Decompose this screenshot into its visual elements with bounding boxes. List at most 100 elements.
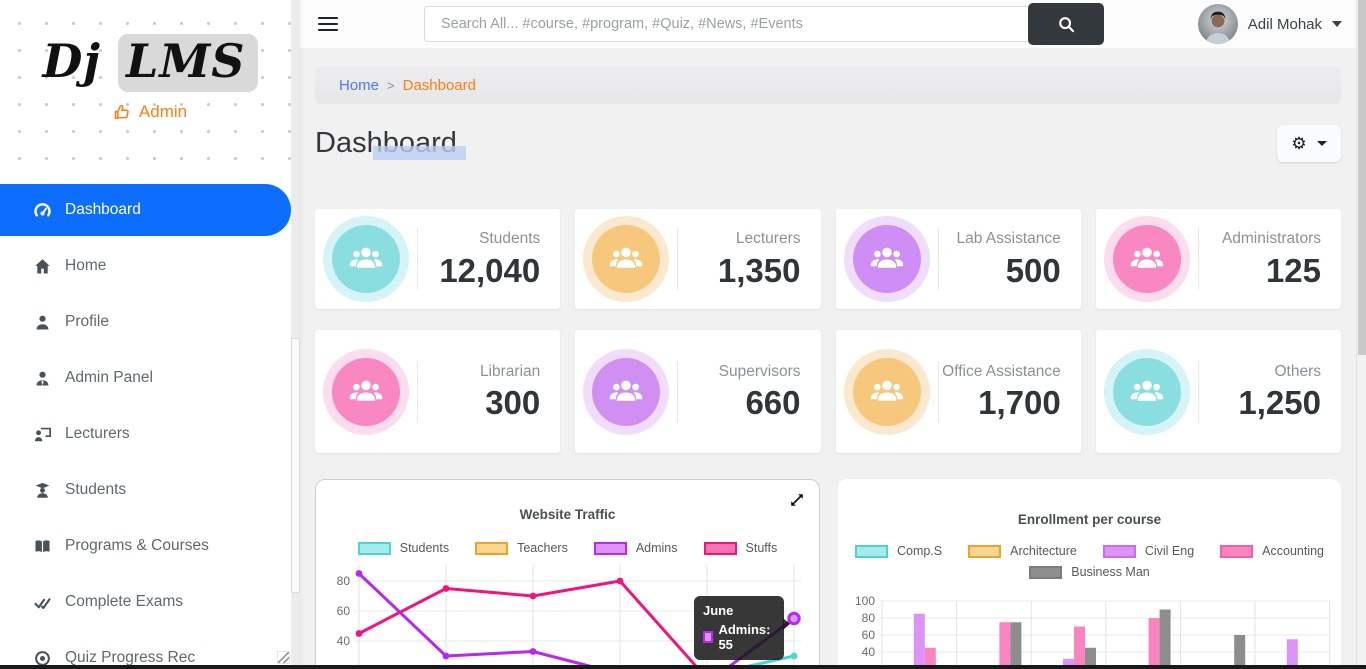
stat-icon-halo <box>1104 216 1190 302</box>
search-button[interactable] <box>1028 3 1104 45</box>
stat-label: Librarian <box>480 361 540 383</box>
sidebar-scrollbar[interactable] <box>291 0 300 665</box>
svg-text:40: 40 <box>861 645 875 659</box>
svg-text:80: 80 <box>337 574 351 588</box>
breadcrumb-separator: > <box>387 78 395 93</box>
enrollment-chart[interactable]: 100806040 <box>840 591 1340 669</box>
stat-icon-halo <box>1104 349 1190 435</box>
chart-title: Enrollment per course <box>838 512 1341 527</box>
legend-swatch <box>1103 545 1136 558</box>
stat-value: 1,700 <box>978 384 1061 422</box>
sidebar-item-complete-exams[interactable]: Complete Exams <box>0 576 300 628</box>
tooltip-swatch <box>703 631 713 643</box>
legend-label: Students <box>400 541 449 555</box>
stat-label: Others <box>1274 361 1321 383</box>
chevron-down-icon <box>1317 141 1327 146</box>
user-menu[interactable]: Adil Mohak <box>1198 4 1342 44</box>
breadcrumb-current: Dashboard <box>403 77 476 94</box>
sidebar-item-profile[interactable]: Profile <box>0 296 300 348</box>
legend-item-students[interactable]: Students <box>358 541 449 555</box>
stat-card-students: Students12,040 <box>315 209 560 309</box>
legend-swatch <box>475 542 508 555</box>
stat-icon-halo <box>583 216 669 302</box>
taskbar-edge <box>0 665 1366 669</box>
stat-icon-circle <box>1113 225 1181 293</box>
stat-card-administrators: Administrators125 <box>1096 209 1341 309</box>
stat-icon-circle <box>592 225 660 293</box>
sidebar-item-label: Programs & Courses <box>65 537 209 555</box>
legend-item-business-man[interactable]: Business Man <box>1029 565 1150 579</box>
legend-label: Teachers <box>517 541 568 555</box>
stat-card-office-assistance: Office Assistance1,700 <box>836 330 1081 453</box>
sidebar-item-students[interactable]: Students <box>0 464 300 516</box>
search-icon <box>1058 16 1075 33</box>
users-icon <box>869 241 905 277</box>
text-selection-highlight <box>373 146 466 160</box>
house-icon <box>34 258 51 275</box>
charts-row: Website Traffic StudentsTeachersAdminsSt… <box>315 479 1341 669</box>
sidebar-item-quiz-progress-rec[interactable]: Quiz Progress Rec <box>0 632 300 669</box>
legend-swatch <box>704 542 737 555</box>
legend-item-stuffs[interactable]: Stuffs <box>704 541 778 555</box>
svg-text:60: 60 <box>337 604 351 618</box>
logo[interactable]: Dj LMS Admin <box>0 0 300 180</box>
stat-card-supervisors: Supervisors660 <box>575 330 820 453</box>
sidebar-item-programs-courses[interactable]: Programs & Courses <box>0 520 300 572</box>
legend-swatch <box>594 542 627 555</box>
chevron-down-icon <box>1332 21 1342 27</box>
breadcrumb: Home > Dashboard <box>315 66 1341 104</box>
page-scrollbar-thumb[interactable] <box>1358 0 1366 355</box>
legend-swatch <box>968 545 1001 558</box>
stat-label: Supervisors <box>719 361 801 383</box>
legend-item-comp-s[interactable]: Comp.S <box>855 544 942 558</box>
stat-value: 12,040 <box>439 252 540 290</box>
sidebar-item-label: Profile <box>65 313 109 331</box>
users-icon <box>1129 241 1165 277</box>
stat-label: Office Assistance <box>942 361 1061 383</box>
sidebar-item-admin-panel[interactable]: Admin Panel <box>0 352 300 404</box>
legend-item-accounting[interactable]: Accounting <box>1220 544 1324 558</box>
sidebar-scrollbar-thumb[interactable] <box>291 338 300 593</box>
title-row: Dashboard ⚙ <box>315 122 1341 164</box>
stat-label: Administrators <box>1222 228 1321 250</box>
hamburger-menu-icon[interactable] <box>318 13 338 35</box>
expand-icon[interactable] <box>789 492 805 508</box>
admin-role-link[interactable]: Admin <box>0 102 300 122</box>
resize-grip[interactable] <box>277 651 290 664</box>
search-input[interactable] <box>424 6 1028 42</box>
chart-legend: Students Teachers Admins Stuffs <box>316 541 819 555</box>
stat-icon-circle <box>853 225 921 293</box>
stat-icon-circle <box>1113 358 1181 426</box>
legend-item-teachers[interactable]: Teachers <box>475 541 568 555</box>
tooltip-title: June <box>703 603 775 618</box>
checks-icon <box>34 594 51 611</box>
svg-text:80: 80 <box>861 611 875 625</box>
legend-label: Civil Eng <box>1145 544 1194 558</box>
sidebar-item-label: Dashboard <box>65 201 141 219</box>
breadcrumb-home-link[interactable]: Home <box>339 77 379 94</box>
sidebar-item-dashboard[interactable]: Dashboard <box>0 184 291 236</box>
sidebar: Dj LMS Admin Dashboard Home Profile Admin P… <box>0 0 300 669</box>
legend-label: Admins <box>636 541 678 555</box>
user-name: Adil Mohak <box>1248 16 1322 33</box>
search-bar <box>424 3 1104 45</box>
stat-value: 1,350 <box>718 252 801 290</box>
logo-highlight: LMS <box>118 34 257 92</box>
legend-item-civil-eng[interactable]: Civil Eng <box>1103 544 1194 558</box>
person-tie-icon <box>34 370 51 387</box>
chart-legend: Comp.S Architecture Civil Eng Accounting Bus… <box>855 544 1325 579</box>
page-scrollbar[interactable] <box>1356 0 1366 669</box>
sidebar-item-label: Students <box>65 481 126 499</box>
stat-icon-circle <box>853 358 921 426</box>
legend-item-admins[interactable]: Admins <box>594 541 678 555</box>
gauge-icon <box>34 202 51 219</box>
tooltip-label: Admins: 55 <box>718 622 775 652</box>
main-area: Adil Mohak Home > Dashboard Dashboard ⚙ … <box>300 0 1366 669</box>
sidebar-item-lecturers[interactable]: Lecturers <box>0 408 300 460</box>
settings-dropdown-button[interactable]: ⚙ <box>1277 125 1341 162</box>
stat-icon-circle <box>332 358 400 426</box>
sidebar-item-label: Complete Exams <box>65 593 183 611</box>
legend-item-architecture[interactable]: Architecture <box>968 544 1077 558</box>
stat-value: 300 <box>485 384 540 422</box>
sidebar-item-home[interactable]: Home <box>0 240 300 292</box>
